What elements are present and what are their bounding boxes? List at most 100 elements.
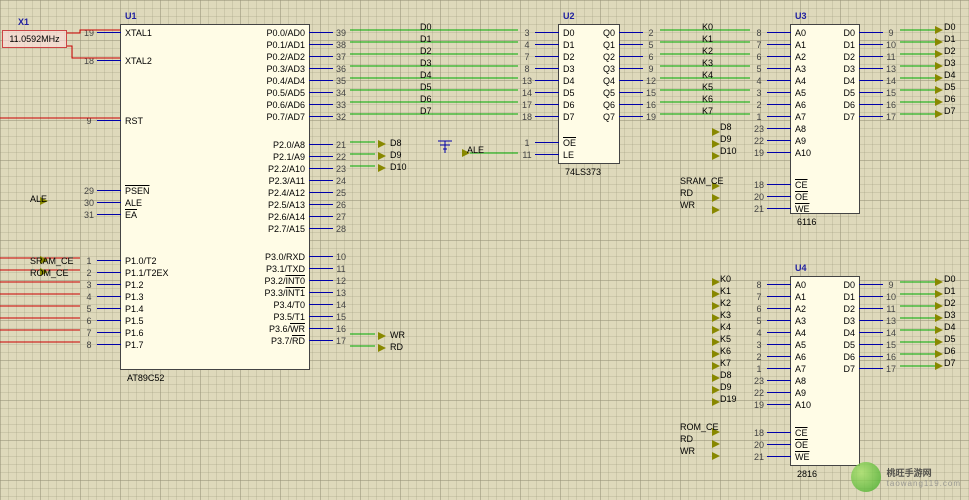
chip-u4: U4 2816 8A07A16A25A34A43A52A61A723A822A9… — [790, 276, 860, 466]
pin-a9: 22A9 — [751, 387, 791, 398]
pin-p0-4-ad4: 35P0.4/AD4 — [309, 75, 349, 86]
net-d3: D3 — [420, 58, 432, 68]
pin-q6: 16Q6 — [619, 99, 659, 110]
u2-ref: U2 — [563, 11, 575, 21]
pin-q0: 2Q0 — [619, 27, 659, 38]
pin-a8: 23A8 — [751, 123, 791, 134]
net-k2: K2 — [702, 46, 713, 56]
net-sram-ce: SRAM_CE — [30, 256, 74, 266]
net-k0: K0 — [702, 22, 713, 32]
pin-d1: 4D1 — [519, 39, 559, 50]
u3-part: 6116 — [797, 217, 816, 227]
net-rom-ce: ROM_CE — [30, 268, 69, 278]
pin-d0: 3D0 — [519, 27, 559, 38]
pin-a1: 7A1 — [751, 291, 791, 302]
pin-a5: 3A5 — [751, 87, 791, 98]
pin-a10: 19A10 — [751, 399, 791, 410]
net-u4-d19: D19 — [720, 394, 737, 404]
pin-d0: 9D0 — [859, 279, 899, 290]
pin-q4: 12Q4 — [619, 75, 659, 86]
pin-p3-6-wr: 16P3.6/WR — [309, 323, 349, 334]
pin-xtal1: 19XTAL1 — [81, 27, 121, 38]
watermark-url: taowang119.com — [887, 479, 961, 488]
net-u3-d8: D8 — [720, 122, 732, 132]
pin-p3-7-rd: 17P3.7/RD — [309, 335, 349, 346]
pin-a7: 1A7 — [751, 363, 791, 374]
pin-p2-3-a11: 24P2.3/A11 — [309, 175, 349, 186]
pin-p3-1-txd: 11P3.1/TXD — [309, 263, 349, 274]
net-u4-rd: RD — [680, 434, 693, 444]
pin-q1: 5Q1 — [619, 39, 659, 50]
pin-psen: 29PSEN — [81, 185, 121, 196]
pin-p2-7-a15: 28P2.7/A15 — [309, 223, 349, 234]
pin-p3-4-t0: 14P3.4/T0 — [309, 299, 349, 310]
net-d1: D1 — [420, 34, 432, 44]
net-wr: WR — [390, 330, 405, 340]
pin-p2-1-a9: 22P2.1/A9 — [309, 151, 349, 162]
pin-oe: 20OE — [751, 191, 791, 202]
pin-p3-3-int1: 13P3.3/INT1 — [309, 287, 349, 298]
net-u4d-d4: D4 — [944, 322, 956, 332]
pin-p1-7: 8P1.7 — [81, 339, 121, 350]
u4-ref: U4 — [795, 263, 807, 273]
net-u4-d9: D9 — [720, 382, 732, 392]
pin-p1-6: 7P1.6 — [81, 327, 121, 338]
pin-d5: 15D5 — [859, 339, 899, 350]
net-u3-d2: D2 — [944, 46, 956, 56]
net-k1: K1 — [702, 34, 713, 44]
net-u4-k5: K5 — [720, 334, 731, 344]
pin-oe: 1OE — [519, 137, 559, 148]
net-d4: D4 — [420, 70, 432, 80]
pin-xtal2: 18XTAL2 — [81, 55, 121, 66]
pin-a6: 2A6 — [751, 99, 791, 110]
net-u3-d4: D4 — [944, 70, 956, 80]
net-u4d-d0: D0 — [944, 274, 956, 284]
net-u3-d1: D1 — [944, 34, 956, 44]
pin-q3: 9Q3 — [619, 63, 659, 74]
pin-p2-5-a13: 26P2.5/A13 — [309, 199, 349, 210]
net-u4-k3: K3 — [720, 310, 731, 320]
pin-d5: 14D5 — [519, 87, 559, 98]
pin-d6: 16D6 — [859, 351, 899, 362]
u2-part: 74LS373 — [565, 167, 601, 177]
pin-d0: 9D0 — [859, 27, 899, 38]
net-d5: D5 — [420, 82, 432, 92]
pin-we: 21WE — [751, 203, 791, 214]
pin-p3-0-rxd: 10P3.0/RXD — [309, 251, 349, 262]
net-u4d-d2: D2 — [944, 298, 956, 308]
pin-d2: 11D2 — [859, 51, 899, 62]
pin-p0-7-ad7: 32P0.7/AD7 — [309, 111, 349, 122]
crystal-value: 11.0592MHz — [9, 34, 59, 44]
pin-p3-2-int0: 12P3.2/INT0 — [309, 275, 349, 286]
net-u4-rom_ce: ROM_CE — [680, 422, 719, 432]
watermark: 桃旺手游网 taowang119.com — [851, 462, 961, 492]
pin-ce: 18CE — [751, 427, 791, 438]
net-d8: D8 — [390, 138, 402, 148]
pin-d3: 8D3 — [519, 63, 559, 74]
pin-a3: 5A3 — [751, 315, 791, 326]
pin-d7: 18D7 — [519, 111, 559, 122]
pin-p3-5-t1: 15P3.5/T1 — [309, 311, 349, 322]
pin-p1-1-t2ex: 2P1.1/T2EX — [81, 267, 121, 278]
pin-d1: 10D1 — [859, 39, 899, 50]
net-k4: K4 — [702, 70, 713, 80]
pin-p1-4: 5P1.4 — [81, 303, 121, 314]
pin-a0: 8A0 — [751, 27, 791, 38]
chip-u3: U3 6116 8A07A16A25A34A43A52A61A723A822A9… — [790, 24, 860, 214]
pin-d3: 13D3 — [859, 63, 899, 74]
net-d0: D0 — [420, 22, 432, 32]
net-u3-d10: D10 — [720, 146, 737, 156]
pin-a4: 4A4 — [751, 75, 791, 86]
net-u4-k7: K7 — [720, 358, 731, 368]
pin-d1: 10D1 — [859, 291, 899, 302]
chip-u2: U2 74LS373 3D04D17D28D313D414D517D618D71… — [558, 24, 620, 164]
net-ale: ALE — [30, 194, 47, 204]
pin-d6: 17D6 — [519, 99, 559, 110]
crystal: 11.0592MHz — [2, 30, 67, 48]
pin-p0-0-ad0: 39P0.0/AD0 — [309, 27, 349, 38]
net-d7: D7 — [420, 106, 432, 116]
net-u3-sram_ce: SRAM_CE — [680, 176, 724, 186]
net-u4d-d7: D7 — [944, 358, 956, 368]
pin-a0: 8A0 — [751, 279, 791, 290]
pin-d6: 16D6 — [859, 99, 899, 110]
